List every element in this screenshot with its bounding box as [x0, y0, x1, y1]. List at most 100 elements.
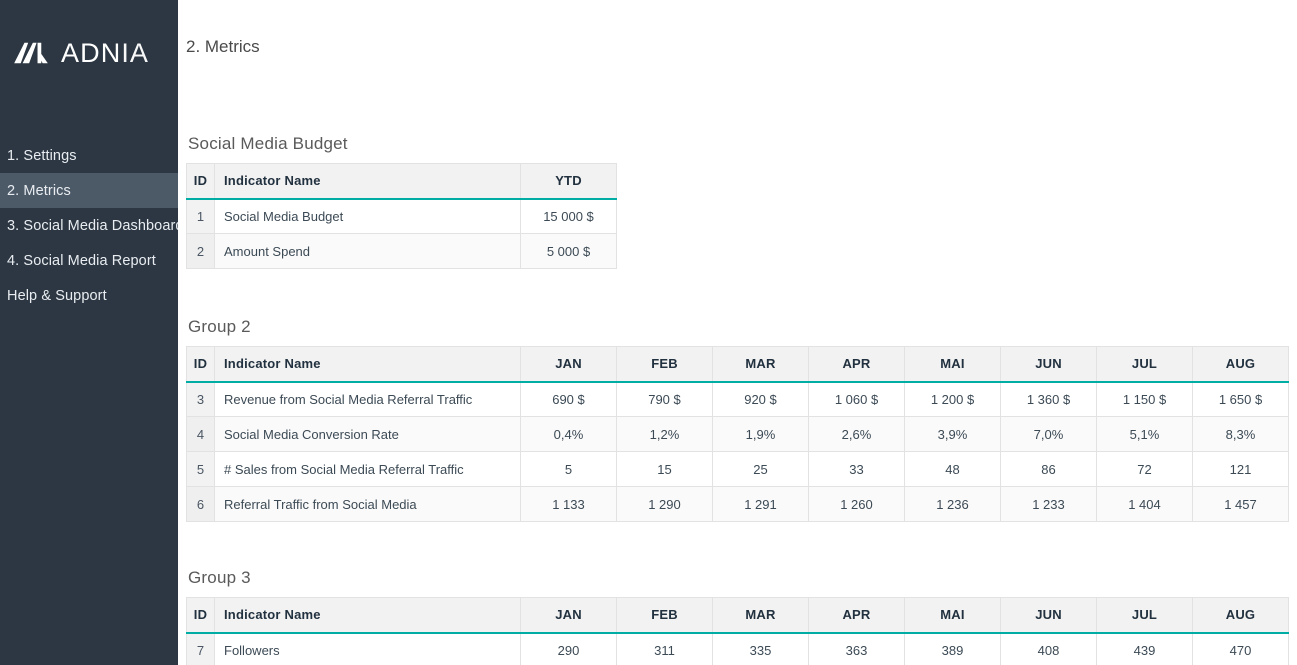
table-body: 7 Followers 290 311 335 363 389 408 439 … [187, 633, 1289, 665]
sidebar-item-label: 2. Metrics [7, 183, 71, 199]
section-spacer [186, 522, 1297, 568]
table-body: 3 Revenue from Social Media Referral Tra… [187, 382, 1289, 522]
column-header-jul[interactable]: JUL [1097, 347, 1193, 382]
table-header-row: ID Indicator Name JAN FEB MAR APR MAI JU… [187, 347, 1289, 382]
cell-mar: 1 291 [713, 487, 809, 522]
cell-jan: 290 [521, 633, 617, 665]
column-header-id[interactable]: ID [187, 347, 215, 382]
cell-mai: 389 [905, 633, 1001, 665]
cell-id: 2 [187, 234, 215, 269]
cell-aug: 1 457 [1193, 487, 1289, 522]
app-root: ADNIA 1. Settings 2. Metrics 3. Social M… [0, 0, 1297, 665]
adnia-monogram-icon [12, 39, 50, 67]
cell-mar: 920 $ [713, 382, 809, 417]
cell-indicator-name: Social Media Conversion Rate [215, 417, 521, 452]
table-group-2: ID Indicator Name JAN FEB MAR APR MAI JU… [186, 346, 1289, 522]
table-row[interactable]: 5 # Sales from Social Media Referral Tra… [187, 452, 1289, 487]
column-header-id[interactable]: ID [187, 598, 215, 633]
cell-apr: 363 [809, 633, 905, 665]
cell-jun: 86 [1001, 452, 1097, 487]
cell-id: 5 [187, 452, 215, 487]
page-title: 2. Metrics [186, 37, 260, 57]
section-title: Social Media Budget [188, 134, 1297, 154]
column-header-mar[interactable]: MAR [713, 598, 809, 633]
cell-indicator-name: # Sales from Social Media Referral Traff… [215, 452, 521, 487]
table-head: ID Indicator Name JAN FEB MAR APR MAI JU… [187, 598, 1289, 633]
brand-name-thin: IA [121, 38, 149, 68]
cell-jul: 439 [1097, 633, 1193, 665]
sidebar-item-metrics[interactable]: 2. Metrics [0, 173, 178, 208]
column-header-ytd[interactable]: YTD [521, 164, 617, 199]
cell-ytd: 15 000 $ [521, 199, 617, 234]
cell-jul: 1 150 $ [1097, 382, 1193, 417]
sidebar-item-social-media-report[interactable]: 4. Social Media Report [0, 243, 178, 278]
sidebar-item-social-media-dashboard[interactable]: 3. Social Media Dashboard [0, 208, 178, 243]
table-header-row: ID Indicator Name JAN FEB MAR APR MAI JU… [187, 598, 1289, 633]
cell-id: 3 [187, 382, 215, 417]
column-header-aug[interactable]: AUG [1193, 598, 1289, 633]
section-social-media-budget: Social Media Budget ID Indicator Name YT… [186, 134, 1297, 269]
sidebar: ADNIA 1. Settings 2. Metrics 3. Social M… [0, 0, 178, 665]
column-header-indicator-name[interactable]: Indicator Name [215, 164, 521, 199]
cell-aug: 1 650 $ [1193, 382, 1289, 417]
sidebar-item-help-support[interactable]: Help & Support [0, 278, 178, 313]
column-header-mai[interactable]: MAI [905, 598, 1001, 633]
cell-feb: 15 [617, 452, 713, 487]
column-header-apr[interactable]: APR [809, 347, 905, 382]
column-header-jan[interactable]: JAN [521, 598, 617, 633]
column-header-feb[interactable]: FEB [617, 347, 713, 382]
cell-jun: 1 233 [1001, 487, 1097, 522]
table-head: ID Indicator Name YTD [187, 164, 617, 199]
column-header-feb[interactable]: FEB [617, 598, 713, 633]
cell-jun: 7,0% [1001, 417, 1097, 452]
cell-jul: 72 [1097, 452, 1193, 487]
section-spacer [186, 269, 1297, 317]
column-header-apr[interactable]: APR [809, 598, 905, 633]
cell-aug: 8,3% [1193, 417, 1289, 452]
column-header-id[interactable]: ID [187, 164, 215, 199]
cell-jul: 5,1% [1097, 417, 1193, 452]
section-group-3: Group 3 ID Indicator Name JAN FEB MAR AP… [186, 568, 1297, 665]
cell-jun: 408 [1001, 633, 1097, 665]
column-header-indicator-name[interactable]: Indicator Name [215, 598, 521, 633]
cell-jun: 1 360 $ [1001, 382, 1097, 417]
cell-jan: 1 133 [521, 487, 617, 522]
section-title: Group 3 [188, 568, 1297, 588]
cell-jan: 690 $ [521, 382, 617, 417]
cell-mai: 48 [905, 452, 1001, 487]
column-header-mai[interactable]: MAI [905, 347, 1001, 382]
cell-indicator-name: Followers [215, 633, 521, 665]
cell-mar: 335 [713, 633, 809, 665]
column-header-aug[interactable]: AUG [1193, 347, 1289, 382]
table-row[interactable]: 1 Social Media Budget 15 000 $ [187, 199, 617, 234]
table-body: 1 Social Media Budget 15 000 $ 2 Amount … [187, 199, 617, 269]
sidebar-item-label: Help & Support [7, 288, 107, 304]
column-header-indicator-name[interactable]: Indicator Name [215, 347, 521, 382]
sidebar-item-settings[interactable]: 1. Settings [0, 138, 178, 173]
table-row[interactable]: 3 Revenue from Social Media Referral Tra… [187, 382, 1289, 417]
column-header-jun[interactable]: JUN [1001, 347, 1097, 382]
table-row[interactable]: 2 Amount Spend 5 000 $ [187, 234, 617, 269]
cell-id: 1 [187, 199, 215, 234]
sidebar-item-label: 1. Settings [7, 148, 77, 164]
brand-logo[interactable]: ADNIA [0, 0, 178, 76]
section-title: Group 2 [188, 317, 1297, 337]
cell-mar: 1,9% [713, 417, 809, 452]
column-header-jun[interactable]: JUN [1001, 598, 1097, 633]
cell-id: 7 [187, 633, 215, 665]
brand-name: ADNIA [61, 40, 149, 67]
cell-indicator-name: Revenue from Social Media Referral Traff… [215, 382, 521, 417]
table-row[interactable]: 7 Followers 290 311 335 363 389 408 439 … [187, 633, 1289, 665]
section-group-2: Group 2 ID Indicator Name JAN FEB MAR AP… [186, 317, 1297, 522]
cell-mar: 25 [713, 452, 809, 487]
main-content: 2. Metrics Social Media Budget ID Indica… [178, 0, 1297, 665]
table-group-3: ID Indicator Name JAN FEB MAR APR MAI JU… [186, 597, 1289, 665]
cell-aug: 121 [1193, 452, 1289, 487]
column-header-mar[interactable]: MAR [713, 347, 809, 382]
table-row[interactable]: 4 Social Media Conversion Rate 0,4% 1,2%… [187, 417, 1289, 452]
column-header-jan[interactable]: JAN [521, 347, 617, 382]
cell-mai: 1 236 [905, 487, 1001, 522]
column-header-jul[interactable]: JUL [1097, 598, 1193, 633]
table-row[interactable]: 6 Referral Traffic from Social Media 1 1… [187, 487, 1289, 522]
cell-feb: 311 [617, 633, 713, 665]
